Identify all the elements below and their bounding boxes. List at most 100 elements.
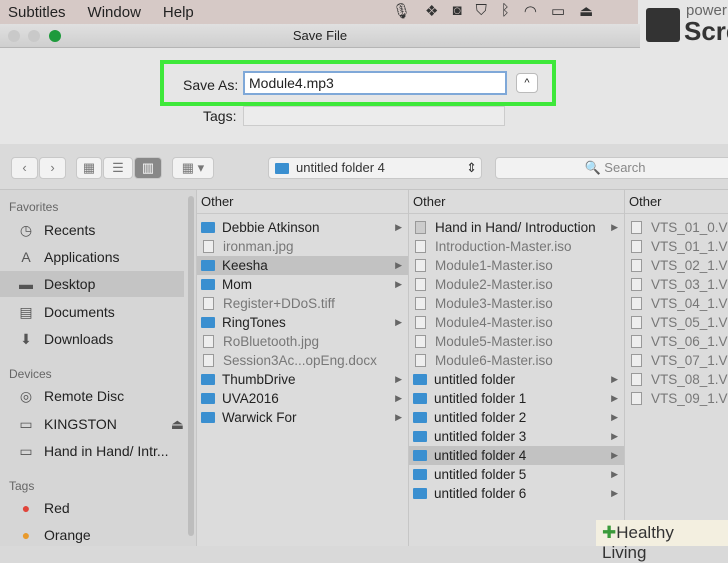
gallery-view-button[interactable]: ▦ ▾ xyxy=(172,157,214,179)
eject-icon[interactable]: ⏏ xyxy=(579,2,593,20)
sidebar-item-kingston[interactable]: ▭ KINGSTON ⏏ xyxy=(16,411,184,437)
list-item[interactable]: ironman.jpg xyxy=(197,237,408,256)
chevron-right-icon: ▶ xyxy=(395,260,402,270)
sidebar-tag-orange[interactable]: ● Orange xyxy=(16,522,184,548)
shield-icon[interactable]: ⛉ xyxy=(476,2,487,20)
disk-icon xyxy=(415,221,426,234)
dropbox-icon[interactable]: ❖ xyxy=(425,2,438,20)
zoom-button[interactable] xyxy=(49,30,61,42)
list-item[interactable]: VTS_05_1.VC xyxy=(625,313,728,332)
item-name: untitled folder 1 xyxy=(434,391,527,406)
column-header: Other xyxy=(197,190,408,214)
sidebar-item-hand-in-hand[interactable]: ▭ Hand in Hand/ Intr... xyxy=(16,438,184,464)
sidebar-item-desktop[interactable]: ▬ Desktop xyxy=(0,271,184,297)
list-item[interactable]: Module6-Master.iso xyxy=(409,351,624,370)
list-item[interactable]: untitled folder 2 ▶ xyxy=(409,408,624,427)
sidebar-item-recents[interactable]: ◷ Recents xyxy=(16,217,184,243)
list-item[interactable]: VTS_07_1.VC xyxy=(625,351,728,370)
folder-icon xyxy=(413,431,427,442)
item-name: Introduction-Master.iso xyxy=(435,239,572,254)
item-name: untitled folder 6 xyxy=(434,486,527,501)
list-item[interactable]: VTS_06_1.VC xyxy=(625,332,728,351)
list-item[interactable]: VTS_01_1.VC xyxy=(625,237,728,256)
item-name: untitled folder xyxy=(434,372,516,387)
list-item[interactable]: Keesha ▶ xyxy=(197,256,408,275)
list-item[interactable]: Debbie Atkinson ▶ xyxy=(197,218,408,237)
icon-view-button[interactable]: ▦ xyxy=(76,157,102,179)
chevron-right-icon: ▶ xyxy=(395,412,402,422)
list-item[interactable]: untitled folder 1 ▶ xyxy=(409,389,624,408)
wifi-icon[interactable]: ◠ xyxy=(524,2,537,20)
list-item[interactable]: Module4-Master.iso xyxy=(409,313,624,332)
item-name: VTS_01_1.VC xyxy=(651,239,728,254)
bluetooth-icon[interactable]: ᛒ xyxy=(501,2,510,20)
tags-label: Tags: xyxy=(203,108,237,124)
list-item[interactable]: Introduction-Master.iso xyxy=(409,237,624,256)
folder-icon xyxy=(201,374,215,385)
item-name: ThumbDrive xyxy=(222,372,296,387)
plus-icon: ✚ xyxy=(602,523,617,542)
item-name: VTS_07_1.VC xyxy=(651,353,728,368)
sidebar-item-remote-disc[interactable]: ◎ Remote Disc xyxy=(16,383,184,409)
column-view-button[interactable]: ▥ xyxy=(134,157,162,179)
list-item[interactable]: VTS_04_1.VC xyxy=(625,294,728,313)
sidebar-scrollbar[interactable] xyxy=(188,196,194,536)
minimize-button[interactable] xyxy=(28,30,40,42)
list-item[interactable]: VTS_03_1.VC xyxy=(625,275,728,294)
sidebar-tag-red[interactable]: ● Red xyxy=(16,495,184,521)
list-item[interactable]: RingTones ▶ xyxy=(197,313,408,332)
menu-window[interactable]: Window xyxy=(88,4,141,21)
column-header: Other xyxy=(409,190,624,214)
back-button[interactable]: ‹ xyxy=(11,157,38,179)
microphone-icon[interactable]: 🎙 xyxy=(392,2,411,20)
list-item[interactable]: untitled folder 5 ▶ xyxy=(409,465,624,484)
search-input[interactable]: 🔍 Search xyxy=(495,157,728,179)
list-item[interactable]: Warwick For ▶ xyxy=(197,408,408,427)
chevron-right-icon: ▶ xyxy=(611,488,618,498)
menu-help[interactable]: Help xyxy=(163,4,194,21)
list-view-button[interactable]: ☰ xyxy=(103,157,133,179)
list-item[interactable]: VTS_09_1.VC xyxy=(625,389,728,408)
sidebar-item-downloads[interactable]: ⬇ Downloads xyxy=(16,326,184,352)
menu-subtitles[interactable]: Subtitles xyxy=(8,4,66,21)
list-item[interactable]: Register+DDoS.tiff xyxy=(197,294,408,313)
list-item[interactable]: untitled folder 6 ▶ xyxy=(409,484,624,503)
forward-button[interactable]: › xyxy=(39,157,66,179)
list-item[interactable]: VTS_01_0.VC xyxy=(625,218,728,237)
list-item[interactable]: Session3Ac...opEng.docx xyxy=(197,351,408,370)
list-item[interactable]: untitled folder ▶ xyxy=(409,370,624,389)
sidebar-item-documents[interactable]: ▤ Documents xyxy=(16,299,184,325)
location-dropdown[interactable]: untitled folder 4 ⇕ xyxy=(268,157,482,179)
list-item[interactable]: RoBluetooth.jpg xyxy=(197,332,408,351)
close-button[interactable] xyxy=(8,30,20,42)
collapse-button[interactable]: ^ xyxy=(516,73,538,93)
save-as-input[interactable]: Module4.mp3 xyxy=(243,71,507,95)
folder-icon xyxy=(201,279,215,290)
list-item[interactable]: Module3-Master.iso xyxy=(409,294,624,313)
list-item[interactable]: VTS_02_1.VC xyxy=(625,256,728,275)
camera-icon[interactable]: ◙ xyxy=(453,2,462,20)
item-name: Module2-Master.iso xyxy=(435,277,553,292)
list-item[interactable]: Module2-Master.iso xyxy=(409,275,624,294)
chevron-right-icon: ▶ xyxy=(395,317,402,327)
list-item[interactable]: UVA2016 ▶ xyxy=(197,389,408,408)
list-item[interactable]: ThumbDrive ▶ xyxy=(197,370,408,389)
airplay-icon[interactable]: ▭ xyxy=(551,2,565,20)
file-icon xyxy=(415,240,426,253)
item-name: VTS_03_1.VC xyxy=(651,277,728,292)
list-item[interactable]: Mom ▶ xyxy=(197,275,408,294)
column-3: Other VTS_01_0.VC VTS_01_1.VC VTS_02_1.VC VT… xyxy=(624,190,728,546)
sidebar-item-applications[interactable]: A Applications xyxy=(16,244,184,270)
list-item[interactable]: Module1-Master.iso xyxy=(409,256,624,275)
list-item[interactable]: Module5-Master.iso xyxy=(409,332,624,351)
list-item[interactable]: untitled folder 3 ▶ xyxy=(409,427,624,446)
list-item[interactable]: VTS_08_1.VC xyxy=(625,370,728,389)
item-name: Module4-Master.iso xyxy=(435,315,553,330)
folder-icon xyxy=(413,374,427,385)
tags-header: Tags xyxy=(9,479,35,493)
list-item[interactable]: untitled folder 4 ▶ xyxy=(409,446,624,465)
tags-input[interactable] xyxy=(243,106,505,126)
list-item[interactable]: Hand in Hand/ Introduction ▶ xyxy=(409,218,624,237)
eject-icon[interactable]: ⏏ xyxy=(171,416,184,433)
downloads-icon: ⬇ xyxy=(20,330,32,347)
